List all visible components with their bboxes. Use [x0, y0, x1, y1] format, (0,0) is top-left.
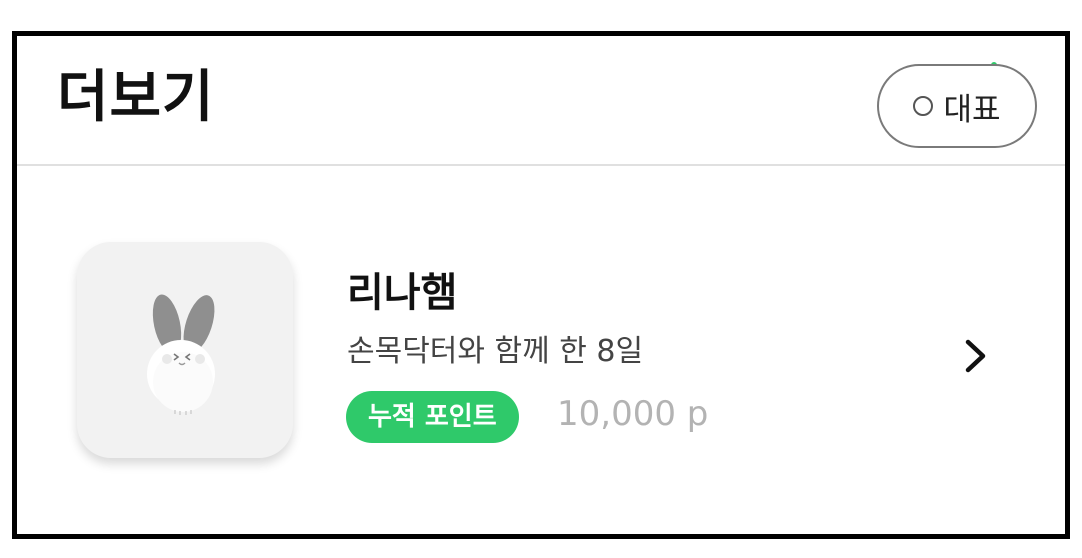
page-title: 더보기 [57, 65, 215, 130]
profile-card[interactable]: 리나햄 손목닥터와 함께 한 8일 누적 포인트 10,000 p [17, 166, 1065, 534]
representative-button-label: 대표 [943, 91, 1001, 128]
representative-button[interactable]: 대표 [877, 64, 1037, 148]
bunny-character-icon [147, 294, 215, 415]
accumulated-points-badge: 누적 포인트 [346, 391, 519, 443]
membership-days-text: 손목닥터와 함께 한 8일 [347, 334, 644, 369]
user-name: 리나햄 [347, 270, 458, 316]
chevron-right-icon[interactable] [961, 336, 991, 376]
avatar [77, 242, 293, 458]
points-value: 10,000 p [557, 394, 709, 434]
circle-icon [913, 96, 934, 116]
header: 더보기 대표 [17, 36, 1065, 166]
screen-frame: 더보기 대표 리나햄 손목닥터와 함께 한 8일 누적 포인트 10,000 p [12, 31, 1070, 539]
